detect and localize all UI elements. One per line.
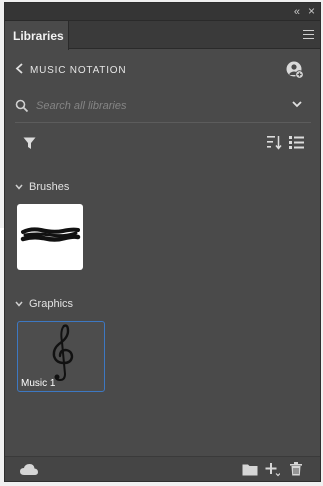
search-input[interactable] [36, 98, 276, 114]
cloud-icon[interactable] [19, 463, 39, 476]
section-title: Brushes [29, 181, 70, 193]
panel-tab-bar: Libraries [5, 21, 320, 50]
treble-clef-icon [52, 324, 74, 382]
library-name[interactable]: MUSIC NOTATION [30, 65, 126, 76]
sort-icon[interactable] [267, 135, 282, 150]
chevron-left-icon[interactable] [15, 62, 24, 77]
chevron-down-icon [15, 299, 25, 309]
section-header-brushes[interactable]: Brushes [15, 181, 69, 193]
chevron-down-icon[interactable] [292, 100, 302, 111]
tab-libraries[interactable]: Libraries [5, 21, 69, 50]
add-user-icon[interactable] [286, 61, 304, 79]
toolbar-row [5, 129, 320, 157]
close-panel-icon[interactable]: × [308, 4, 315, 18]
chevron-down-icon [15, 182, 25, 192]
search-row [5, 93, 320, 121]
search-divider [15, 122, 311, 123]
collapse-panel-icon[interactable]: « [294, 5, 300, 19]
library-header: MUSIC NOTATION [5, 55, 320, 87]
libraries-panel: « × Libraries MUSIC NOTATION Search all … [4, 2, 321, 482]
section-title: Graphics [29, 298, 74, 310]
graphic-label: Music 1 [21, 378, 56, 389]
trash-icon[interactable] [290, 462, 302, 476]
search-icon [15, 99, 29, 113]
add-icon[interactable] [264, 461, 280, 477]
panel-footer [5, 456, 320, 481]
section-header-graphics[interactable]: Graphics [15, 298, 73, 310]
brush-stroke-icon [20, 227, 81, 242]
filter-icon[interactable] [23, 137, 36, 150]
list-view-icon[interactable] [289, 135, 304, 150]
brush-tile[interactable] [17, 204, 83, 270]
graphic-tile-music-1[interactable]: Music 1 [17, 321, 105, 392]
folder-icon[interactable] [242, 463, 258, 476]
hamburger-icon[interactable] [303, 30, 314, 39]
panel-title-strip: « × [5, 3, 320, 21]
